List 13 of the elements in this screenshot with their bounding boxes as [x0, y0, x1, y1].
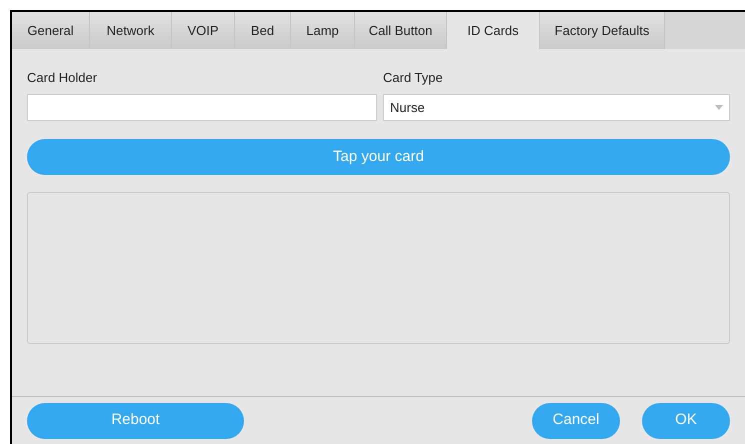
tab[interactable]: ID Cards	[447, 12, 540, 49]
tab[interactable]: Lamp	[291, 12, 355, 49]
caret-icon	[715, 105, 723, 110]
tab[interactable]: VOIP	[172, 12, 235, 49]
card-holder-field[interactable]	[27, 94, 377, 121]
card-type-dropdown[interactable]: Nurse	[383, 94, 730, 121]
field-label: Card Holder	[27, 69, 98, 87]
tab[interactable]: Network	[90, 12, 172, 49]
tab[interactable]: Bed	[235, 12, 291, 49]
field-label: Card Type	[383, 69, 444, 87]
tab[interactable]: Call Button	[355, 12, 447, 49]
tab[interactable]: General	[12, 12, 90, 49]
tab[interactable]: Factory Defaults	[540, 12, 665, 49]
